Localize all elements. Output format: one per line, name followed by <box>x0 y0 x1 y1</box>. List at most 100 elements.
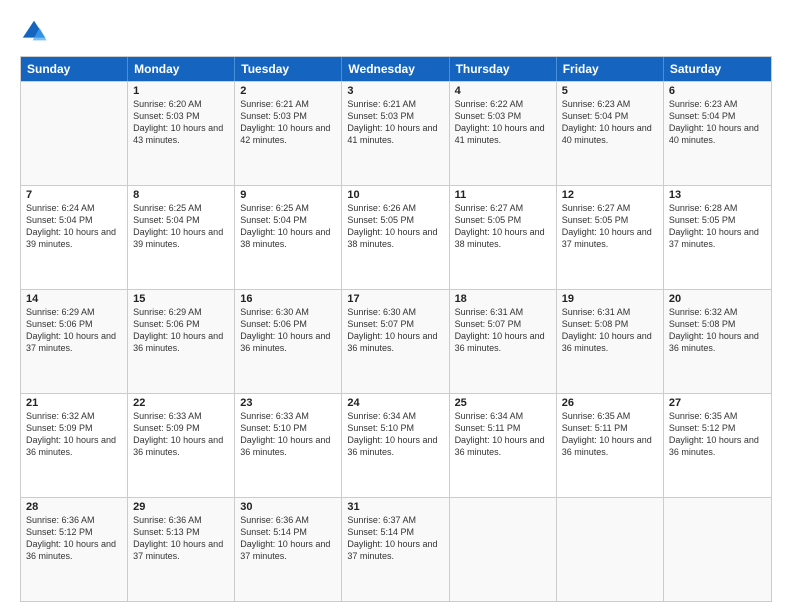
cell-day-number: 7 <box>26 189 122 201</box>
cell-info: Sunrise: 6:25 AMSunset: 5:04 PMDaylight:… <box>240 202 336 251</box>
calendar-week-4: 21Sunrise: 6:32 AMSunset: 5:09 PMDayligh… <box>21 393 771 497</box>
cell-info: Sunrise: 6:34 AMSunset: 5:10 PMDaylight:… <box>347 410 443 459</box>
calendar-body: 1Sunrise: 6:20 AMSunset: 5:03 PMDaylight… <box>21 81 771 601</box>
cell-day-number: 30 <box>240 501 336 513</box>
cell-day-number: 4 <box>455 85 551 97</box>
logo <box>20 18 52 46</box>
calendar-cell: 23Sunrise: 6:33 AMSunset: 5:10 PMDayligh… <box>235 394 342 497</box>
cell-info: Sunrise: 6:31 AMSunset: 5:07 PMDaylight:… <box>455 306 551 355</box>
cell-day-number: 27 <box>669 397 766 409</box>
calendar-week-2: 7Sunrise: 6:24 AMSunset: 5:04 PMDaylight… <box>21 185 771 289</box>
cell-info: Sunrise: 6:33 AMSunset: 5:09 PMDaylight:… <box>133 410 229 459</box>
calendar-cell: 16Sunrise: 6:30 AMSunset: 5:06 PMDayligh… <box>235 290 342 393</box>
calendar-cell: 1Sunrise: 6:20 AMSunset: 5:03 PMDaylight… <box>128 82 235 185</box>
cell-day-number: 12 <box>562 189 658 201</box>
cell-info: Sunrise: 6:21 AMSunset: 5:03 PMDaylight:… <box>347 98 443 147</box>
calendar-cell: 25Sunrise: 6:34 AMSunset: 5:11 PMDayligh… <box>450 394 557 497</box>
header <box>20 18 772 46</box>
cell-info: Sunrise: 6:26 AMSunset: 5:05 PMDaylight:… <box>347 202 443 251</box>
cell-info: Sunrise: 6:30 AMSunset: 5:06 PMDaylight:… <box>240 306 336 355</box>
cell-info: Sunrise: 6:31 AMSunset: 5:08 PMDaylight:… <box>562 306 658 355</box>
cell-day-number: 22 <box>133 397 229 409</box>
calendar-cell: 21Sunrise: 6:32 AMSunset: 5:09 PMDayligh… <box>21 394 128 497</box>
cell-day-number: 26 <box>562 397 658 409</box>
cell-day-number: 1 <box>133 85 229 97</box>
calendar-week-3: 14Sunrise: 6:29 AMSunset: 5:06 PMDayligh… <box>21 289 771 393</box>
calendar-cell: 24Sunrise: 6:34 AMSunset: 5:10 PMDayligh… <box>342 394 449 497</box>
calendar-cell <box>557 498 664 601</box>
cell-day-number: 18 <box>455 293 551 305</box>
calendar-cell: 27Sunrise: 6:35 AMSunset: 5:12 PMDayligh… <box>664 394 771 497</box>
cell-info: Sunrise: 6:34 AMSunset: 5:11 PMDaylight:… <box>455 410 551 459</box>
cell-day-number: 21 <box>26 397 122 409</box>
cell-day-number: 24 <box>347 397 443 409</box>
logo-icon <box>20 18 48 46</box>
cell-info: Sunrise: 6:30 AMSunset: 5:07 PMDaylight:… <box>347 306 443 355</box>
cell-info: Sunrise: 6:27 AMSunset: 5:05 PMDaylight:… <box>562 202 658 251</box>
cell-day-number: 14 <box>26 293 122 305</box>
cell-info: Sunrise: 6:21 AMSunset: 5:03 PMDaylight:… <box>240 98 336 147</box>
cell-day-number: 25 <box>455 397 551 409</box>
cell-day-number: 16 <box>240 293 336 305</box>
calendar-cell: 29Sunrise: 6:36 AMSunset: 5:13 PMDayligh… <box>128 498 235 601</box>
calendar-cell: 28Sunrise: 6:36 AMSunset: 5:12 PMDayligh… <box>21 498 128 601</box>
cell-day-number: 9 <box>240 189 336 201</box>
header-day-sunday: Sunday <box>21 57 128 81</box>
header-day-wednesday: Wednesday <box>342 57 449 81</box>
cell-day-number: 29 <box>133 501 229 513</box>
cell-info: Sunrise: 6:28 AMSunset: 5:05 PMDaylight:… <box>669 202 766 251</box>
cell-day-number: 23 <box>240 397 336 409</box>
calendar-cell: 9Sunrise: 6:25 AMSunset: 5:04 PMDaylight… <box>235 186 342 289</box>
cell-info: Sunrise: 6:35 AMSunset: 5:12 PMDaylight:… <box>669 410 766 459</box>
cell-info: Sunrise: 6:25 AMSunset: 5:04 PMDaylight:… <box>133 202 229 251</box>
cell-day-number: 2 <box>240 85 336 97</box>
cell-info: Sunrise: 6:27 AMSunset: 5:05 PMDaylight:… <box>455 202 551 251</box>
calendar-cell: 15Sunrise: 6:29 AMSunset: 5:06 PMDayligh… <box>128 290 235 393</box>
header-day-thursday: Thursday <box>450 57 557 81</box>
calendar-cell: 19Sunrise: 6:31 AMSunset: 5:08 PMDayligh… <box>557 290 664 393</box>
calendar-cell: 5Sunrise: 6:23 AMSunset: 5:04 PMDaylight… <box>557 82 664 185</box>
calendar-cell: 13Sunrise: 6:28 AMSunset: 5:05 PMDayligh… <box>664 186 771 289</box>
cell-day-number: 20 <box>669 293 766 305</box>
calendar-cell: 3Sunrise: 6:21 AMSunset: 5:03 PMDaylight… <box>342 82 449 185</box>
calendar-cell: 11Sunrise: 6:27 AMSunset: 5:05 PMDayligh… <box>450 186 557 289</box>
calendar-week-1: 1Sunrise: 6:20 AMSunset: 5:03 PMDaylight… <box>21 81 771 185</box>
calendar-cell: 10Sunrise: 6:26 AMSunset: 5:05 PMDayligh… <box>342 186 449 289</box>
calendar-week-5: 28Sunrise: 6:36 AMSunset: 5:12 PMDayligh… <box>21 497 771 601</box>
header-day-friday: Friday <box>557 57 664 81</box>
calendar-cell: 30Sunrise: 6:36 AMSunset: 5:14 PMDayligh… <box>235 498 342 601</box>
calendar-cell: 26Sunrise: 6:35 AMSunset: 5:11 PMDayligh… <box>557 394 664 497</box>
calendar-cell: 6Sunrise: 6:23 AMSunset: 5:04 PMDaylight… <box>664 82 771 185</box>
calendar-cell <box>664 498 771 601</box>
cell-info: Sunrise: 6:29 AMSunset: 5:06 PMDaylight:… <box>133 306 229 355</box>
cell-day-number: 28 <box>26 501 122 513</box>
cell-info: Sunrise: 6:35 AMSunset: 5:11 PMDaylight:… <box>562 410 658 459</box>
cell-day-number: 8 <box>133 189 229 201</box>
cell-day-number: 11 <box>455 189 551 201</box>
calendar-cell: 12Sunrise: 6:27 AMSunset: 5:05 PMDayligh… <box>557 186 664 289</box>
cell-info: Sunrise: 6:29 AMSunset: 5:06 PMDaylight:… <box>26 306 122 355</box>
page: SundayMondayTuesdayWednesdayThursdayFrid… <box>0 0 792 612</box>
calendar-cell: 20Sunrise: 6:32 AMSunset: 5:08 PMDayligh… <box>664 290 771 393</box>
header-day-monday: Monday <box>128 57 235 81</box>
cell-info: Sunrise: 6:36 AMSunset: 5:14 PMDaylight:… <box>240 514 336 563</box>
calendar-cell: 7Sunrise: 6:24 AMSunset: 5:04 PMDaylight… <box>21 186 128 289</box>
calendar-cell: 31Sunrise: 6:37 AMSunset: 5:14 PMDayligh… <box>342 498 449 601</box>
cell-day-number: 10 <box>347 189 443 201</box>
cell-day-number: 31 <box>347 501 443 513</box>
cell-info: Sunrise: 6:36 AMSunset: 5:13 PMDaylight:… <box>133 514 229 563</box>
cell-day-number: 6 <box>669 85 766 97</box>
calendar-cell: 17Sunrise: 6:30 AMSunset: 5:07 PMDayligh… <box>342 290 449 393</box>
cell-info: Sunrise: 6:20 AMSunset: 5:03 PMDaylight:… <box>133 98 229 147</box>
calendar-cell <box>450 498 557 601</box>
cell-info: Sunrise: 6:32 AMSunset: 5:09 PMDaylight:… <box>26 410 122 459</box>
cell-info: Sunrise: 6:22 AMSunset: 5:03 PMDaylight:… <box>455 98 551 147</box>
calendar-cell: 2Sunrise: 6:21 AMSunset: 5:03 PMDaylight… <box>235 82 342 185</box>
cell-day-number: 17 <box>347 293 443 305</box>
calendar-cell: 18Sunrise: 6:31 AMSunset: 5:07 PMDayligh… <box>450 290 557 393</box>
header-day-saturday: Saturday <box>664 57 771 81</box>
cell-info: Sunrise: 6:23 AMSunset: 5:04 PMDaylight:… <box>669 98 766 147</box>
cell-info: Sunrise: 6:33 AMSunset: 5:10 PMDaylight:… <box>240 410 336 459</box>
cell-info: Sunrise: 6:24 AMSunset: 5:04 PMDaylight:… <box>26 202 122 251</box>
calendar-cell: 14Sunrise: 6:29 AMSunset: 5:06 PMDayligh… <box>21 290 128 393</box>
